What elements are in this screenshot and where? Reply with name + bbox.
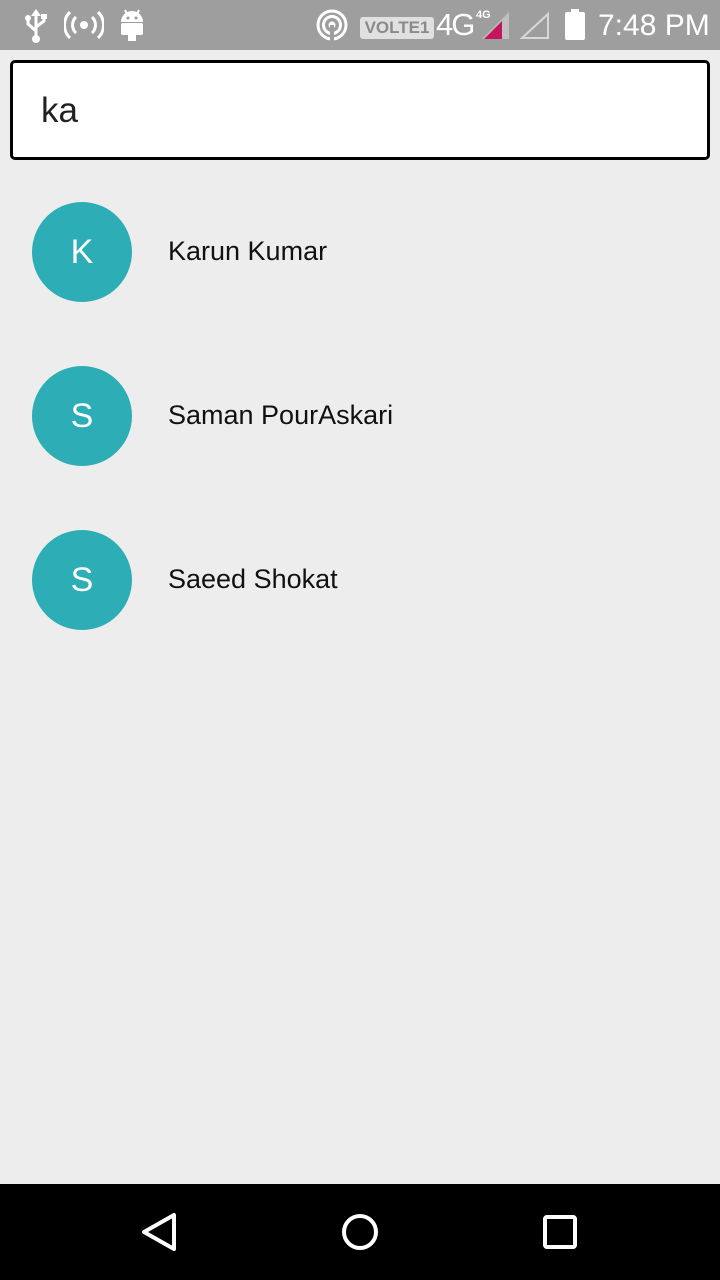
signal-icon	[482, 12, 509, 39]
battery-icon	[565, 9, 585, 40]
avatar: S	[32, 530, 132, 630]
wifi-icon	[316, 9, 348, 41]
status-bar: VOLTE1 4G 4G 7:48 PM	[0, 0, 720, 50]
list-item[interactable]: S Saman PourAskari	[0, 334, 720, 498]
android-icon	[121, 9, 143, 41]
search-box[interactable]	[10, 60, 710, 160]
clock: 7:48 PM	[598, 9, 710, 42]
contact-name: Saman PourAskari	[168, 400, 394, 430]
signal-icon-secondary	[520, 12, 549, 39]
search-input[interactable]	[41, 85, 681, 137]
contact-name: Saeed Shokat	[168, 564, 338, 594]
back-icon[interactable]	[138, 1210, 182, 1254]
network-type-label: 4G	[436, 7, 475, 42]
home-icon[interactable]	[338, 1210, 382, 1254]
hotspot-icon	[64, 10, 104, 40]
list-item[interactable]: S Saeed Shokat	[0, 498, 720, 662]
contact-list: K Karun Kumar S Saman PourAskari S Saeed…	[0, 170, 720, 662]
contact-name: Karun Kumar	[168, 236, 328, 266]
usb-icon	[25, 9, 47, 43]
volte-badge: VOLTE1	[360, 17, 434, 39]
avatar: S	[32, 366, 132, 466]
list-item[interactable]: K Karun Kumar	[0, 170, 720, 334]
recent-apps-icon[interactable]	[538, 1210, 582, 1254]
navigation-bar	[0, 1184, 720, 1280]
avatar: K	[32, 202, 132, 302]
